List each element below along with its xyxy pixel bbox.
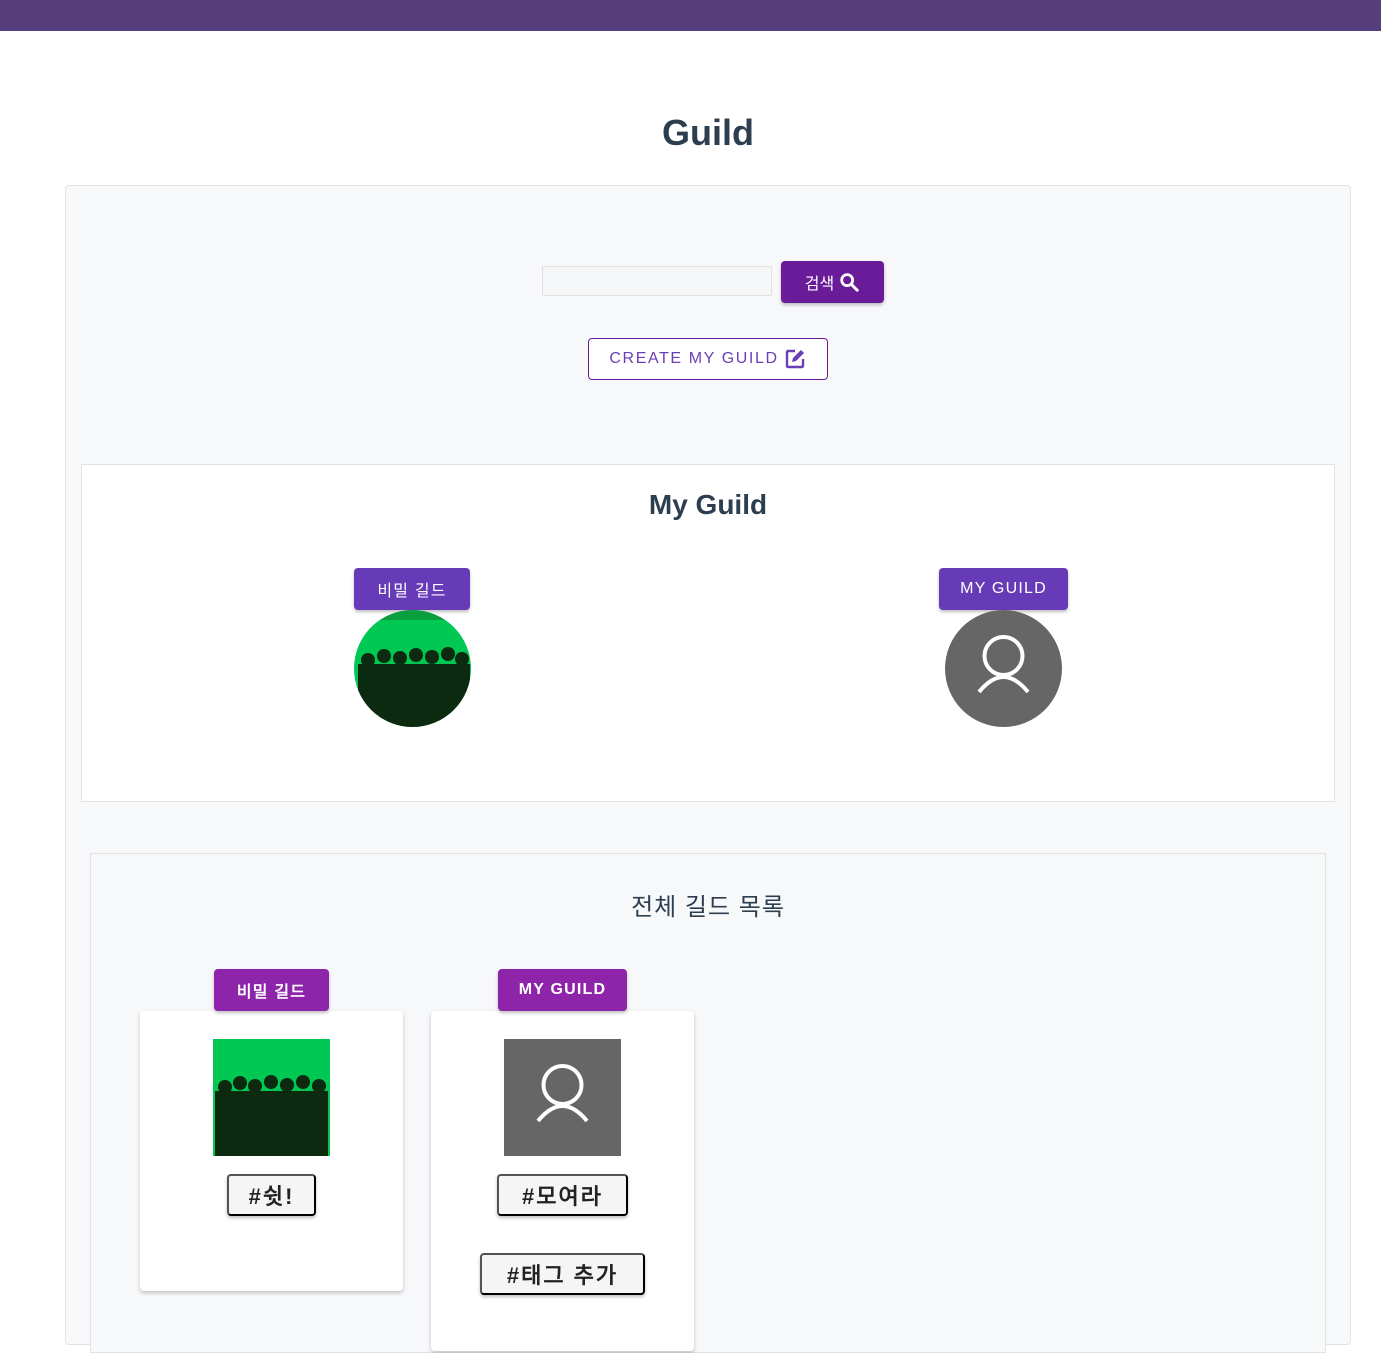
- user-icon: [977, 635, 1030, 694]
- page-title: Guild: [662, 112, 754, 153]
- create-guild-label: CREATE MY GUILD: [609, 350, 779, 367]
- group-photo-icon: [213, 1039, 330, 1156]
- search-button-label: 검색: [804, 276, 835, 293]
- all-guilds-title: 전체 길드 목록: [631, 894, 785, 921]
- create-guild-button[interactable]: CREATE MY GUILD: [588, 338, 828, 380]
- search-button[interactable]: 검색: [781, 261, 884, 303]
- group-photo-icon: [354, 610, 471, 727]
- guild-tag-button[interactable]: #쉿!: [227, 1174, 316, 1216]
- edit-icon: [785, 349, 804, 369]
- search-input[interactable]: [542, 266, 772, 296]
- guild-card-chip-my-guild[interactable]: MY GUILD: [498, 969, 627, 1011]
- my-guild-chip-secret[interactable]: 비밀 길드: [354, 568, 470, 610]
- guild-card-image-default[interactable]: [504, 1039, 621, 1156]
- guild-card-image-secret[interactable]: [213, 1039, 330, 1156]
- guild-card-chip-secret[interactable]: 비밀 길드: [214, 969, 329, 1011]
- guild-tag-button[interactable]: #모여라: [497, 1174, 628, 1216]
- my-guild-image-default[interactable]: [945, 610, 1062, 727]
- top-navbar: [0, 0, 1381, 31]
- my-guild-chip-my-guild[interactable]: MY GUILD: [939, 568, 1068, 610]
- my-guild-image-secret[interactable]: [354, 610, 471, 727]
- add-tag-button[interactable]: #태그 추가: [480, 1253, 645, 1295]
- search-icon: [840, 273, 859, 292]
- user-icon: [536, 1064, 589, 1123]
- my-guild-title: My Guild: [648, 489, 768, 520]
